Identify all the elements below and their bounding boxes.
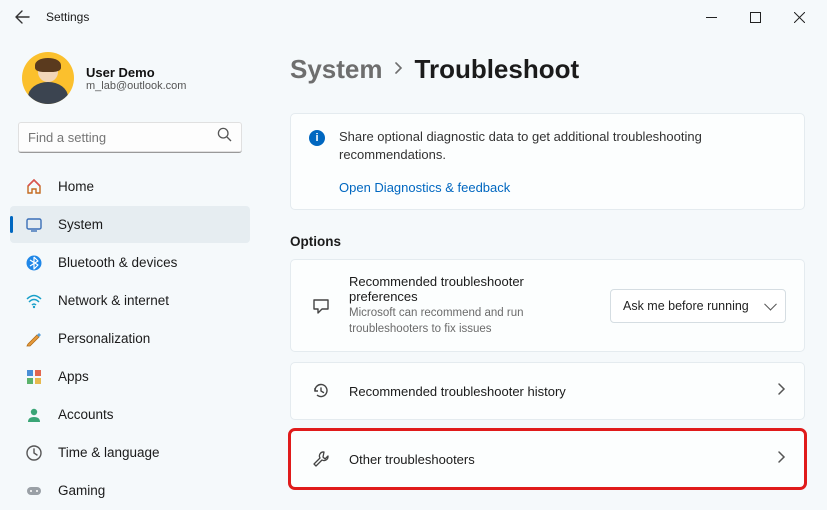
- options-heading: Options: [290, 234, 805, 249]
- sidebar-item-label: Accounts: [58, 407, 114, 422]
- bluetooth-icon: [24, 253, 44, 273]
- close-button[interactable]: [777, 2, 821, 32]
- sidebar-item-accounts[interactable]: Accounts: [10, 396, 250, 433]
- system-icon: [24, 215, 44, 235]
- close-icon: [794, 12, 805, 23]
- history-title: Recommended troubleshooter history: [349, 384, 760, 399]
- info-card: i Share optional diagnostic data to get …: [290, 113, 805, 210]
- chat-icon: [309, 296, 333, 316]
- sidebar-item-label: Personalization: [58, 331, 150, 346]
- network-icon: [24, 291, 44, 311]
- history-icon: [309, 381, 333, 401]
- sidebar-item-apps[interactable]: Apps: [10, 358, 250, 395]
- window-title: Settings: [46, 10, 89, 24]
- maximize-button[interactable]: [733, 2, 777, 32]
- minimize-icon: [706, 12, 717, 23]
- other-troubleshooters-card[interactable]: Other troubleshooters: [290, 430, 805, 488]
- sidebar-item-label: Time & language: [58, 445, 160, 460]
- profile-email: m_lab@outlook.com: [86, 80, 186, 92]
- sidebar-item-gaming[interactable]: Gaming: [10, 472, 250, 509]
- pref-subtitle: Microsoft can recommend and run troubles…: [349, 306, 594, 337]
- sidebar-item-label: System: [58, 217, 103, 232]
- sidebar-item-label: Home: [58, 179, 94, 194]
- sidebar-item-label: Apps: [58, 369, 89, 384]
- options-pref-card: Recommended troubleshooter preferences M…: [290, 259, 805, 352]
- pref-title: Recommended troubleshooter preferences: [349, 274, 594, 304]
- sidebar-item-system[interactable]: System: [10, 206, 250, 243]
- personalization-icon: [24, 329, 44, 349]
- profile-block[interactable]: User Demo m_lab@outlook.com: [0, 46, 260, 122]
- open-diagnostics-link[interactable]: Open Diagnostics & feedback: [339, 180, 786, 195]
- minimize-button[interactable]: [689, 2, 733, 32]
- sidebar-item-label: Gaming: [58, 483, 105, 498]
- sidebar-item-label: Network & internet: [58, 293, 169, 308]
- search-box[interactable]: [18, 122, 242, 153]
- clock-icon: [24, 443, 44, 463]
- info-icon: i: [309, 130, 325, 146]
- breadcrumb-current: Troubleshoot: [415, 54, 580, 85]
- titlebar: Settings: [0, 0, 827, 34]
- breadcrumb: System Troubleshoot: [290, 54, 805, 85]
- search-icon: [217, 127, 232, 147]
- dropdown-value: Ask me before running: [623, 299, 749, 313]
- apps-icon: [24, 367, 44, 387]
- history-card[interactable]: Recommended troubleshooter history: [290, 362, 805, 420]
- main-panel: System Troubleshoot i Share optional dia…: [260, 34, 827, 510]
- wrench-icon: [309, 449, 333, 469]
- maximize-icon: [750, 12, 761, 23]
- sidebar-item-label: Bluetooth & devices: [58, 255, 177, 270]
- sidebar-item-bluetooth[interactable]: Bluetooth & devices: [10, 244, 250, 281]
- sidebar: User Demo m_lab@outlook.com Home System …: [0, 34, 260, 510]
- arrow-left-icon: [14, 9, 30, 25]
- sidebar-item-time[interactable]: Time & language: [10, 434, 250, 471]
- gaming-icon: [24, 481, 44, 501]
- home-icon: [24, 177, 44, 197]
- sidebar-item-home[interactable]: Home: [10, 168, 250, 205]
- info-text: Share optional diagnostic data to get ad…: [339, 128, 786, 164]
- other-title: Other troubleshooters: [349, 452, 760, 467]
- back-button[interactable]: [6, 1, 38, 33]
- nav-list: Home System Bluetooth & devices Network …: [0, 167, 260, 510]
- search-input[interactable]: [28, 130, 217, 145]
- sidebar-item-personalization[interactable]: Personalization: [10, 320, 250, 357]
- window-controls: [689, 2, 821, 32]
- chevron-right-icon: [776, 382, 786, 401]
- sidebar-item-network[interactable]: Network & internet: [10, 282, 250, 319]
- chevron-right-icon: [393, 61, 405, 79]
- breadcrumb-parent[interactable]: System: [290, 54, 383, 85]
- chevron-right-icon: [776, 450, 786, 469]
- avatar: [22, 52, 74, 104]
- profile-name: User Demo: [86, 65, 186, 80]
- accounts-icon: [24, 405, 44, 425]
- pref-dropdown[interactable]: Ask me before running: [610, 289, 786, 323]
